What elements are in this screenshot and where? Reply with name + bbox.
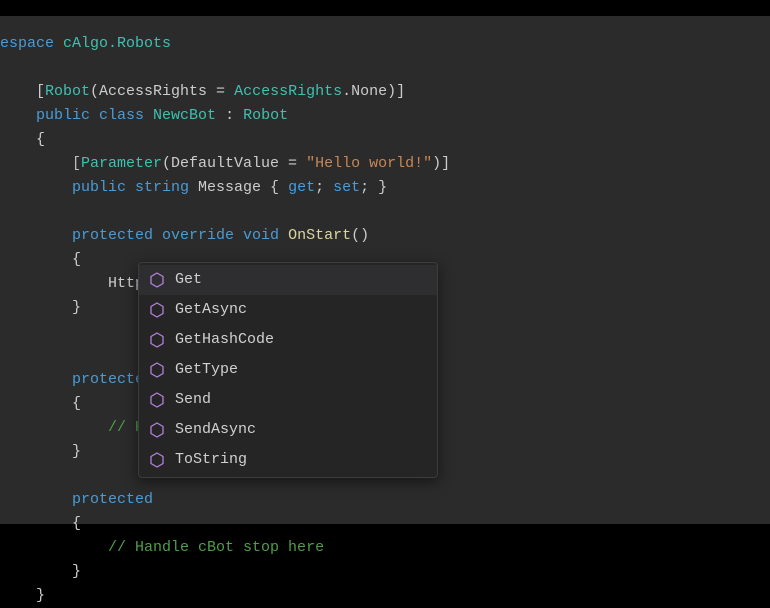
code-line: { bbox=[0, 128, 770, 152]
autocomplete-label: ToString bbox=[175, 449, 247, 471]
code-line bbox=[0, 56, 770, 80]
autocomplete-popup[interactable]: Get GetAsync GetHashCode GetType Send bbox=[138, 262, 438, 478]
autocomplete-item-gethashcode[interactable]: GetHashCode bbox=[139, 325, 437, 355]
autocomplete-label: SendAsync bbox=[175, 419, 256, 441]
method-icon bbox=[149, 272, 165, 288]
autocomplete-label: Get bbox=[175, 269, 202, 291]
autocomplete-item-sendasync[interactable]: SendAsync bbox=[139, 415, 437, 445]
code-line: protected bbox=[0, 488, 770, 512]
code-line: public string Message { get; set; } bbox=[0, 176, 770, 200]
code-line: public class NewcBot : Robot bbox=[0, 104, 770, 128]
method-icon bbox=[149, 332, 165, 348]
code-line: protected override void OnStart() bbox=[0, 224, 770, 248]
code-line: [Robot(AccessRights = AccessRights.None)… bbox=[0, 80, 770, 104]
code-line: } bbox=[0, 584, 770, 608]
code-line: { bbox=[0, 512, 770, 536]
autocomplete-item-getasync[interactable]: GetAsync bbox=[139, 295, 437, 325]
method-icon bbox=[149, 392, 165, 408]
autocomplete-item-gettype[interactable]: GetType bbox=[139, 355, 437, 385]
method-icon bbox=[149, 452, 165, 468]
autocomplete-label: GetHashCode bbox=[175, 329, 274, 351]
method-icon bbox=[149, 362, 165, 378]
autocomplete-item-send[interactable]: Send bbox=[139, 385, 437, 415]
code-editor[interactable]: espace cAlgo.Robots [Robot(AccessRights … bbox=[0, 16, 770, 524]
autocomplete-label: GetType bbox=[175, 359, 238, 381]
autocomplete-label: GetAsync bbox=[175, 299, 247, 321]
autocomplete-item-tostring[interactable]: ToString bbox=[139, 445, 437, 475]
autocomplete-label: Send bbox=[175, 389, 211, 411]
code-line bbox=[0, 200, 770, 224]
autocomplete-item-get[interactable]: Get bbox=[139, 265, 437, 295]
method-icon bbox=[149, 302, 165, 318]
code-line: [Parameter(DefaultValue = "Hello world!"… bbox=[0, 152, 770, 176]
method-icon bbox=[149, 422, 165, 438]
code-line: } bbox=[0, 560, 770, 584]
code-line: espace cAlgo.Robots bbox=[0, 32, 770, 56]
